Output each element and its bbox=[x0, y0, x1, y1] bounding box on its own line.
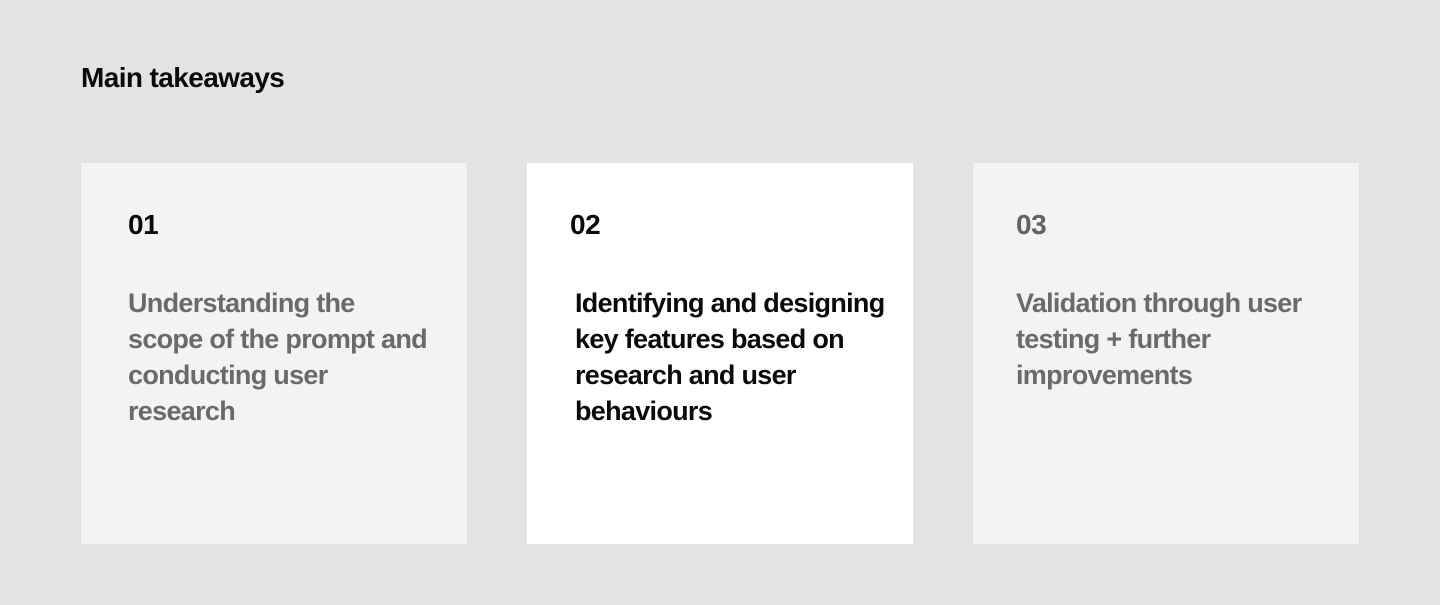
takeaway-card-2: 02 Identifying and designing key feature… bbox=[527, 163, 913, 544]
card-text: Identifying and designing key features b… bbox=[575, 288, 885, 426]
card-text: Validation through user testing + furthe… bbox=[1016, 288, 1302, 390]
takeaway-card-3: 03 Validation through user testing + fur… bbox=[973, 163, 1359, 544]
card-number: 01 bbox=[128, 209, 159, 240]
card-text: Understanding the scope of the prompt an… bbox=[128, 288, 428, 426]
card-number: 02 bbox=[570, 209, 601, 240]
card-number: 03 bbox=[1016, 209, 1047, 240]
section-title: Main takeaways bbox=[81, 62, 285, 93]
takeaway-card-1: 01 Understanding the scope of the prompt… bbox=[81, 163, 467, 544]
